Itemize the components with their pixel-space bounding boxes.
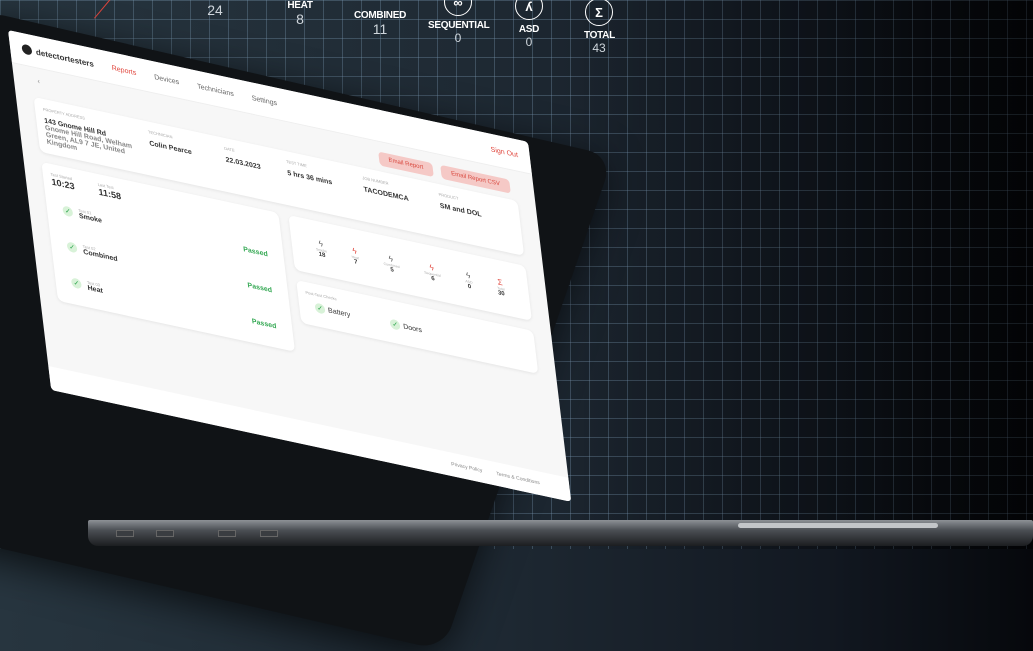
summary-sequential: ϟ Sequential 6 [423,261,442,284]
logo-icon [21,43,33,56]
summary-asd: ϟ ASD 0 [464,270,473,291]
doors-label: Doors [402,322,423,334]
battery-label: Battery [327,306,351,319]
nav-technicians[interactable]: Technicians [197,83,234,98]
logo-text: detectortesters [35,47,95,69]
cell-date: 22.03.2023 [225,156,262,172]
test-text: Test 02 Combined [82,244,118,263]
nav-devices[interactable]: Devices [154,74,180,86]
status-badge: Passed [247,281,273,294]
status-badge: Passed [242,245,269,258]
time-started: Test Started 10:23 [50,172,75,192]
summary-heat: ϟ Heat 7 [350,246,360,267]
check-icon: ✓ [62,205,74,218]
summary-combined: ϟ Combined 5 [382,253,400,275]
time-last: Last Test 11:58 [97,182,121,202]
check-icon: ✓ [389,318,401,331]
port [260,530,278,537]
laptop-base [88,520,1033,546]
status-badge: Passed [251,317,277,330]
logo: detectortesters [21,43,95,69]
trackpad-lip [738,523,938,528]
sign-out-button[interactable]: Sign Out [490,146,518,159]
back-button[interactable]: ‹ [37,78,41,93]
privacy-link[interactable]: Privacy Policy [451,461,483,474]
check-icon: ✓ [70,277,82,290]
test-text: Test 03 Heat [87,280,104,295]
summary-smoke: ϟ Smoke 18 [315,238,328,259]
port [156,530,174,537]
battery-item: ✓ Battery [314,302,351,320]
summary-value: 30 [497,290,506,298]
nav-reports[interactable]: Reports [111,64,136,76]
doors-item: ✓ Doors [389,318,423,336]
test-text: Test 01 Smoke [78,208,102,225]
port [116,530,134,537]
nav-settings[interactable]: Settings [251,94,277,106]
terms-link[interactable]: Terms & Conditions [496,471,540,486]
check-icon: ✓ [66,241,78,254]
screen-area: detectortesters Reports Devices Technici… [0,0,1033,549]
app-screen: detectortesters Reports Devices Technici… [8,30,572,502]
check-icon: ✓ [314,302,326,315]
summary-total: Σ Total 30 [496,277,506,298]
port [218,530,236,537]
